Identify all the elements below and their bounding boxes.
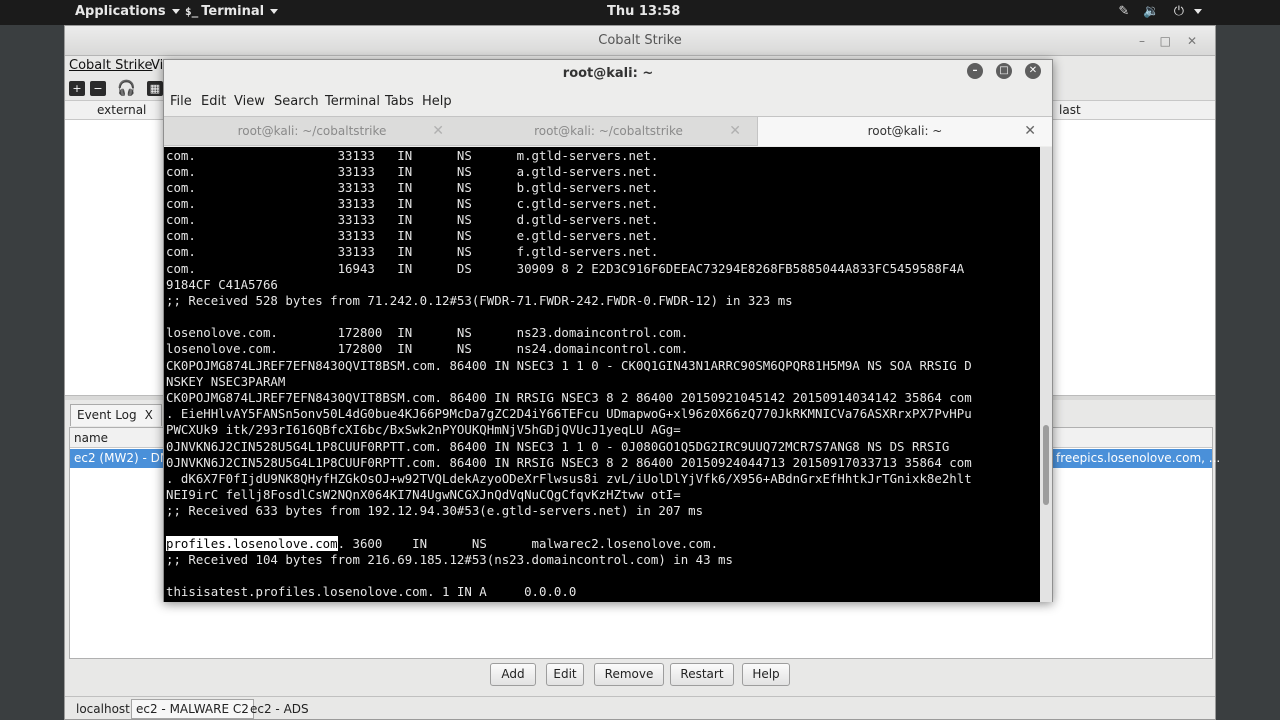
terminal-line: thisisatest.profiles.losenolove.com. 1 I…	[166, 584, 577, 599]
tab-ec2-malware-c2[interactable]: ec2 - MALWARE C2	[131, 699, 254, 719]
terminal-line: com. 33133 IN NS f.gtld-servers.net.	[166, 244, 659, 259]
pen-icon[interactable]: ✎	[1118, 4, 1129, 19]
chevron-down-icon	[270, 9, 279, 14]
headphones-icon[interactable]: 🎧	[117, 81, 136, 96]
edit-button[interactable]: Edit	[546, 663, 584, 686]
terminal-titlebar[interactable]: root@kali: ~ – □ ✕	[164, 60, 1052, 90]
terminal-line: 0JNVKN6J2CIN528U5G4L1P8CUUF0RPTT.com. 86…	[166, 455, 972, 470]
top-panel: Applications $_ Terminal Thu 13:58 ✎ 🔉 ⏻	[0, 0, 1280, 25]
terminal-tab-label: root@kali: ~	[867, 124, 943, 138]
remove-button[interactable]: Remove	[594, 663, 664, 686]
listener-hosts: freepics.losenolove.com, ...	[1056, 451, 1221, 465]
maximize-icon[interactable]: □	[996, 63, 1012, 79]
close-icon[interactable]: ✕	[1187, 26, 1197, 56]
applications-label: Applications	[75, 4, 166, 19]
close-icon[interactable]: X	[145, 408, 153, 422]
terminal-tab-1[interactable]: root@kali: ~/cobaltstrike ✕	[164, 117, 460, 146]
menu-edit[interactable]: Edit	[201, 94, 226, 109]
terminal-line: com. 16943 IN DS 30909 8 2 E2D3C916F6DEE…	[166, 261, 965, 276]
add-icon[interactable]: +	[69, 81, 85, 96]
tab-event-log-label: Event Log	[77, 408, 137, 422]
terminal-line: ;; Received 104 bytes from 216.69.185.12…	[166, 552, 733, 567]
terminal-line: profiles.losenolove.com. 3600 IN NS malw…	[166, 536, 718, 552]
menu-file[interactable]: File	[170, 94, 192, 109]
add-button[interactable]: Add	[490, 663, 536, 686]
volume-icon[interactable]: 🔉	[1143, 4, 1159, 19]
scrollbar-thumb[interactable]	[1043, 425, 1049, 505]
selected-text: profiles.losenolove.com	[166, 536, 338, 551]
terminal-line: com. 33133 IN NS d.gtld-servers.net.	[166, 212, 659, 227]
terminal-line: com. 33133 IN NS a.gtld-servers.net.	[166, 164, 659, 179]
cobalt-strike-titlebar[interactable]: Cobalt Strike – □ ✕	[65, 26, 1215, 56]
remove-icon[interactable]: −	[90, 81, 106, 96]
terminal-line-rest: . 3600 IN NS malwarec2.losenolove.com.	[337, 536, 719, 551]
help-button[interactable]: Help	[742, 663, 790, 686]
column-name[interactable]: name	[74, 431, 108, 445]
terminal-line: com. 33133 IN NS m.gtld-servers.net.	[166, 148, 659, 163]
terminal-line: com. 33133 IN NS b.gtld-servers.net.	[166, 180, 659, 195]
clock[interactable]: Thu 13:58	[607, 4, 680, 19]
terminal-line: ;; Received 633 bytes from 192.12.94.30#…	[166, 503, 704, 518]
terminal-line: CK0POJMG874LJREF7EFN8430QVIT8BSM.com. 86…	[166, 390, 972, 405]
menu-view[interactable]: View	[234, 94, 265, 109]
tab-event-log[interactable]: Event Log X	[70, 404, 162, 426]
minimize-icon[interactable]: –	[1139, 26, 1145, 56]
listener-name: ec2 (MW2) - DN	[74, 451, 169, 465]
column-external[interactable]: external	[97, 103, 146, 117]
terminal-line: PWCXUk9 itk/293rI616QBfcXI6bc/BxSwk2nPYO…	[166, 422, 681, 437]
bottom-tab-bar: localhost ec2 - MALWARE C2 ec2 - ADS	[65, 696, 1215, 720]
menu-search[interactable]: Search	[274, 94, 319, 109]
terminal-tab-label: root@kali: ~/cobaltstrike	[534, 124, 683, 138]
terminal-tab-label: root@kali: ~/cobaltstrike	[237, 124, 387, 138]
close-icon[interactable]: ✕	[1025, 63, 1041, 79]
minimize-icon[interactable]: –	[967, 63, 983, 79]
terminal-tab-bar: root@kali: ~/cobaltstrike ✕ root@kali: ~/…	[164, 116, 1052, 146]
terminal-line: . EieHHlvAY5FANSn5onv50L4dG0bue4KJ66P9Mc…	[166, 406, 972, 421]
terminal-window: root@kali: ~ – □ ✕ File Edit View Search…	[163, 59, 1053, 602]
terminal-menubar: File Edit View Search Terminal Tabs Help	[164, 92, 1052, 114]
tab-ec2-ads[interactable]: ec2 - ADS	[245, 699, 314, 719]
terminal-line: losenolove.com. 172800 IN NS ns23.domain…	[166, 325, 689, 340]
terminal-title: root@kali: ~	[562, 66, 654, 81]
power-icon[interactable]: ⏻	[1174, 4, 1184, 19]
terminal-scrollbar[interactable]	[1040, 147, 1052, 602]
terminal-line: ;; Received 528 bytes from 71.242.0.12#5…	[166, 293, 793, 308]
terminal-line: CK0POJMG874LJREF7EFN8430QVIT8BSM.com. 86…	[166, 358, 972, 373]
terminal-line: com. 33133 IN NS c.gtld-servers.net.	[166, 196, 659, 211]
terminal-tab-2[interactable]: root@kali: ~/cobaltstrike ✕	[460, 117, 757, 146]
menu-help[interactable]: Help	[422, 94, 452, 109]
menu-terminal[interactable]: Terminal	[325, 94, 380, 109]
menu-view[interactable]: View	[151, 58, 163, 73]
terminal-output[interactable]: com. 33133 IN NS m.gtld-servers.net. com…	[164, 147, 1042, 602]
window-title: Cobalt Strike	[598, 33, 682, 48]
column-last[interactable]: last	[1059, 103, 1081, 117]
terminal-app-label: Terminal	[201, 4, 265, 19]
menu-cobalt-strike[interactable]: Cobalt Strike	[69, 58, 152, 73]
targets-icon[interactable]: ▦	[147, 81, 163, 96]
close-icon[interactable]: ✕	[432, 117, 444, 146]
terminal-line: 9184CF C41A5766	[166, 277, 278, 292]
terminal-line: 0JNVKN6J2CIN528U5G4L1P8CUUF0RPTT.com. 86…	[166, 439, 950, 454]
terminal-app-menu[interactable]: $_ Terminal	[185, 4, 279, 19]
terminal-line: NEI9irC fellj8FosdlCsW2NQnX064KI7N4UgwNC…	[166, 487, 681, 502]
terminal-line: NSKEY NSEC3PARAM	[166, 374, 286, 389]
terminal-line: . dK6X7F0fIjdU9NK8QHyfHZGkOsOJ+w92TVQLde…	[166, 471, 972, 486]
close-icon[interactable]: ✕	[729, 117, 741, 146]
tab-localhost[interactable]: localhost	[71, 699, 135, 719]
terminal-line: com. 33133 IN NS e.gtld-servers.net.	[166, 228, 659, 243]
applications-menu[interactable]: Applications	[75, 4, 180, 19]
terminal-icon: $_	[185, 5, 199, 18]
chevron-down-icon	[171, 9, 180, 14]
chevron-down-icon	[1194, 9, 1202, 14]
maximize-icon[interactable]: □	[1160, 26, 1171, 56]
terminal-line: losenolove.com. 172800 IN NS ns24.domain…	[166, 341, 689, 356]
menu-tabs[interactable]: Tabs	[385, 94, 414, 109]
system-tray[interactable]: ✎ 🔉 ⏻	[1108, 4, 1202, 19]
listener-button-bar: Add Edit Remove Restart Help	[65, 662, 1215, 688]
close-icon[interactable]: ✕	[1024, 117, 1036, 146]
restart-button[interactable]: Restart	[670, 663, 734, 686]
terminal-tab-3[interactable]: root@kali: ~ ✕	[757, 117, 1052, 146]
